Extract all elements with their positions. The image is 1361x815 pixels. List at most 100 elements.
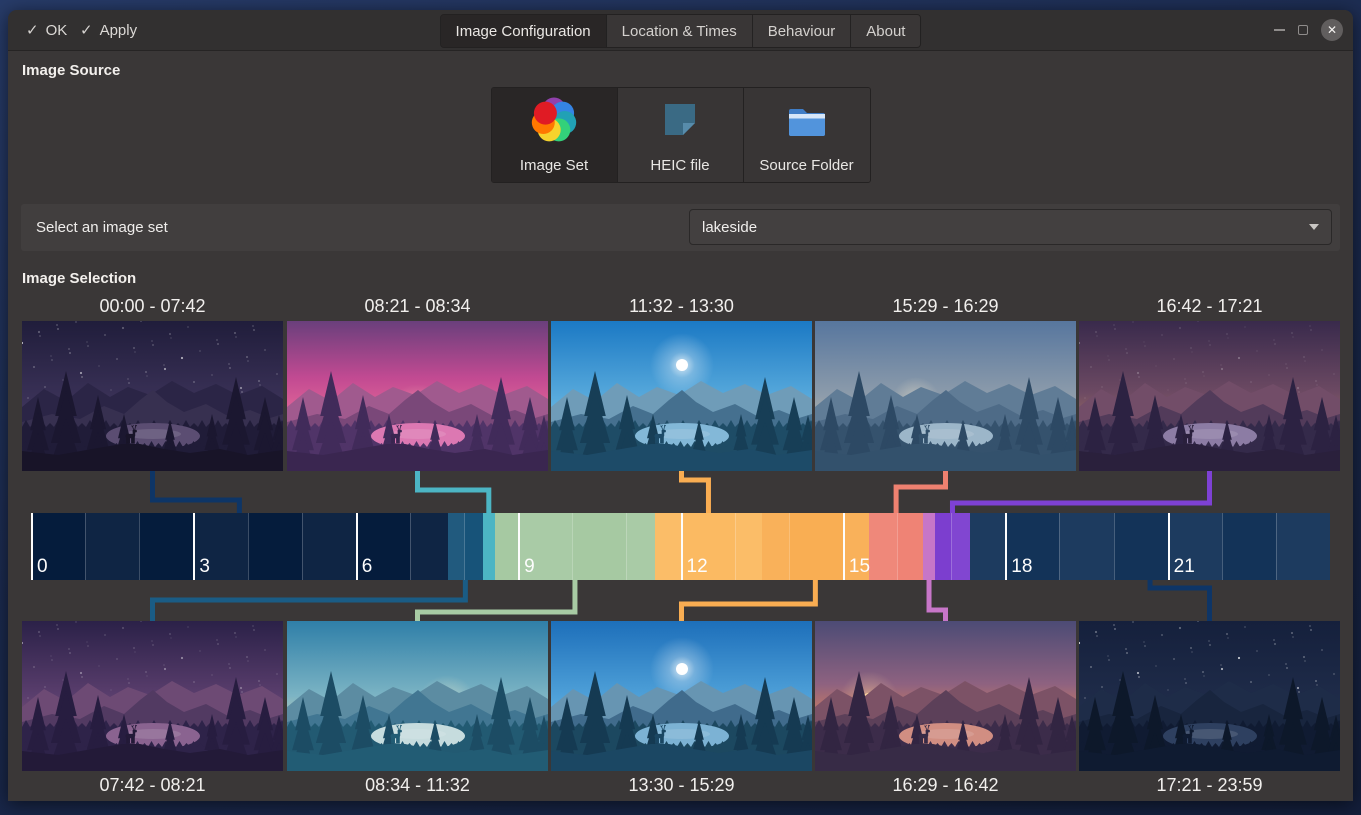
heic-file-button[interactable]: HEIC file [618, 88, 744, 182]
period-time-label: 13:30 - 15:29 [551, 775, 812, 796]
timeline-hour-label: 15 [849, 556, 870, 578]
wallpaper-thumbnail[interactable] [815, 321, 1076, 471]
wallpaper-thumbnail[interactable] [551, 321, 812, 471]
image-selection-section-title: Image Selection [22, 270, 136, 287]
timeline-hour-tick [518, 513, 520, 580]
period-time-label: 16:29 - 16:42 [815, 775, 1076, 796]
wallpaper-thumbnail[interactable] [22, 621, 283, 771]
timeline-hour-tick [464, 513, 465, 580]
heic-file-icon [656, 96, 704, 148]
source-folder-label: Source Folder [759, 157, 853, 174]
period-time-label: 07:42 - 08:21 [22, 775, 283, 796]
timeline-hour-tick [410, 513, 411, 580]
apply-button-label: Apply [100, 22, 138, 39]
maximize-button[interactable] [1298, 25, 1308, 35]
timeline-hour-tick [681, 513, 683, 580]
timeline-hour-tick [572, 513, 573, 580]
timeline-hour-tick [735, 513, 736, 580]
image-source-options: Image Set HEIC file Source Folder [491, 87, 871, 183]
heic-file-label: HEIC file [650, 157, 709, 174]
timeline-hour-tick [139, 513, 140, 580]
timeline: 0 3 6 9 12 15 18 21 [31, 513, 1330, 580]
timeline-hour-tick [1222, 513, 1223, 580]
wallpaper-thumbnail[interactable] [551, 621, 812, 771]
wallpaper-thumbnail[interactable] [287, 621, 548, 771]
period-time-label: 17:21 - 23:59 [1079, 775, 1340, 796]
image-source-section-title: Image Source [22, 62, 120, 79]
check-icon: ✓ [80, 21, 93, 39]
connector [896, 471, 945, 513]
timeline-hour-label: 18 [1011, 556, 1032, 578]
tab-image-configuration[interactable]: Image Configuration [441, 15, 607, 47]
image-set-button[interactable]: Image Set [492, 88, 618, 182]
timeline-hour-tick [248, 513, 249, 580]
timeline-segment [923, 513, 935, 580]
timeline-segment [483, 513, 495, 580]
timeline-hour-tick [1168, 513, 1170, 580]
source-folder-button[interactable]: Source Folder [744, 88, 870, 182]
image-set-select-row: Select an image set lakeside [21, 204, 1340, 251]
minimize-button[interactable] [1274, 29, 1285, 31]
connector [418, 471, 489, 513]
connector [153, 580, 466, 621]
timeline-hour-tick [951, 513, 952, 580]
timeline-hour-label: 6 [362, 556, 373, 578]
period-time-label: 11:32 - 13:30 [551, 296, 812, 317]
check-icon: ✓ [26, 21, 39, 39]
timeline-hour-label: 0 [37, 556, 48, 578]
timeline-hour-tick [1276, 513, 1277, 580]
timeline-hour-tick [31, 513, 33, 580]
titlebar: ✓ OK ✓ Apply Image ConfigurationLocation… [8, 10, 1353, 51]
ok-button-label: OK [46, 22, 68, 39]
timeline-hour-tick [789, 513, 790, 580]
tab-about[interactable]: About [851, 15, 920, 47]
connector [682, 471, 709, 513]
close-icon: ✕ [1327, 23, 1337, 37]
image-set-icon [530, 96, 578, 148]
timeline-hour-tick [1059, 513, 1060, 580]
timeline-hour-tick [843, 513, 845, 580]
timeline-hour-label: 21 [1174, 556, 1195, 578]
desktop-background: { "titlebar": { "ok_label": "OK", "apply… [0, 0, 1361, 815]
apply-button[interactable]: ✓ Apply [74, 10, 143, 50]
connector [682, 580, 816, 621]
window-controls: ✕ [1274, 10, 1343, 50]
image-set-dropdown[interactable]: lakeside [689, 209, 1332, 245]
close-button[interactable]: ✕ [1321, 19, 1343, 41]
wallpaper-thumbnail[interactable] [1079, 621, 1340, 771]
period-time-label: 08:34 - 11:32 [287, 775, 548, 796]
image-set-dropdown-value: lakeside [702, 219, 757, 236]
source-folder-icon [783, 96, 831, 148]
timeline-hour-label: 9 [524, 556, 535, 578]
app-window: ✓ OK ✓ Apply Image ConfigurationLocation… [8, 10, 1353, 801]
connector [952, 471, 1209, 513]
wallpaper-thumbnail[interactable] [815, 621, 1076, 771]
connector [929, 580, 945, 621]
timeline-hour-tick [897, 513, 898, 580]
period-time-label: 16:42 - 17:21 [1079, 296, 1340, 317]
connector [153, 471, 240, 513]
ok-button[interactable]: ✓ OK [20, 10, 73, 50]
image-set-select-label: Select an image set [36, 204, 168, 251]
wallpaper-thumbnail[interactable] [1079, 321, 1340, 471]
timeline-hour-tick [626, 513, 627, 580]
period-time-label: 15:29 - 16:29 [815, 296, 1076, 317]
timeline-hour-tick [193, 513, 195, 580]
period-time-label: 00:00 - 07:42 [22, 296, 283, 317]
tab-location-times[interactable]: Location & Times [607, 15, 753, 47]
timeline-hour-tick [1005, 513, 1007, 580]
tab-behaviour[interactable]: Behaviour [753, 15, 852, 47]
timeline-hour-label: 12 [687, 556, 708, 578]
wallpaper-thumbnail[interactable] [22, 321, 283, 471]
timeline-hour-tick [1114, 513, 1115, 580]
timeline-hour-tick [85, 513, 86, 580]
image-set-label: Image Set [520, 157, 588, 174]
period-time-label: 08:21 - 08:34 [287, 296, 548, 317]
timeline-hour-tick [302, 513, 303, 580]
timeline-hour-tick [356, 513, 358, 580]
connector [418, 580, 575, 621]
wallpaper-thumbnail[interactable] [287, 321, 548, 471]
tab-bar: Image ConfigurationLocation & TimesBehav… [440, 14, 922, 48]
timeline-hour-label: 3 [199, 556, 210, 578]
chevron-down-icon [1309, 224, 1319, 230]
